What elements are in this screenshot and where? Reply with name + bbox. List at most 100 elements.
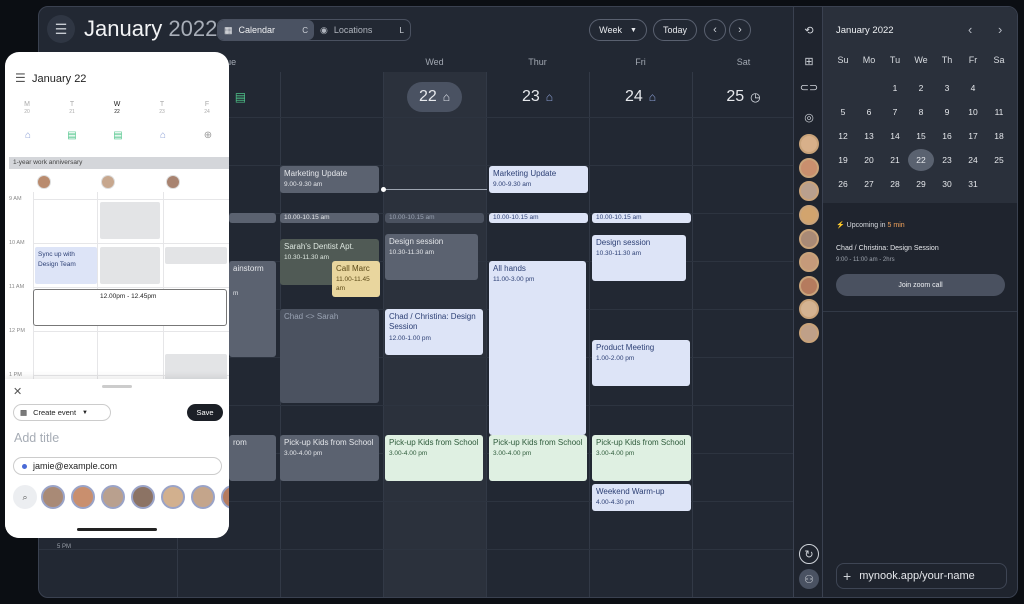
menu-icon[interactable]: ☰ (47, 15, 75, 43)
event-standup-thu[interactable]: 10.00-10.15 am (489, 213, 588, 223)
mini-cal-day[interactable]: 22 (908, 149, 934, 171)
mini-cal-day[interactable]: 26 (830, 173, 856, 195)
mini-cal-day[interactable]: 11 (986, 101, 1012, 123)
phone-day-24[interactable]: F 24 (193, 101, 221, 115)
event-standup-tue[interactable]: 10.00-10.15 am (280, 213, 379, 223)
mini-cal-day[interactable]: 8 (908, 101, 934, 123)
event-pickup-fri[interactable]: Pick-up Kids from School 3.00-4.00 pm (592, 435, 691, 481)
event-pickup-wed[interactable]: Pick-up Kids from School 3.00-4.00 pm (385, 435, 483, 481)
avatar[interactable] (41, 485, 65, 509)
anniversary-banner[interactable]: 1-year work anniversary (9, 157, 229, 169)
event-all-hands[interactable]: All hands 11.00-3.00 pm (489, 261, 586, 435)
day-header-25[interactable]: 25 ◷ (692, 77, 795, 117)
event-pickup-tue[interactable]: Pick-up Kids from School 3.00-4.00 pm (280, 435, 379, 481)
avatar[interactable] (799, 252, 819, 272)
avatar[interactable] (131, 485, 155, 509)
mini-cal-day[interactable]: 7 (882, 101, 908, 123)
avatar[interactable] (101, 485, 125, 509)
event-marketing-tue[interactable]: Marketing Update 9.00-9.30 am (280, 166, 379, 193)
event-standup-fri[interactable]: 10.00-10.15 am (592, 213, 691, 223)
event-pickup-mon[interactable]: rom (229, 435, 276, 481)
activity-icon[interactable]: ⟲ (801, 22, 817, 38)
event-standup-wed[interactable]: 10.00-10.15 am (385, 213, 484, 223)
event-chad-christina[interactable]: Chad / Christina: Design Session 12.00-1.… (385, 309, 483, 355)
guest-email-field[interactable]: jamie@example.com (13, 457, 222, 475)
event-design-wed[interactable]: Design session 10.30-11.30 am (385, 234, 478, 280)
event-design-fri[interactable]: Design session 10.30-11.30 am (592, 235, 686, 281)
avatar[interactable] (799, 299, 819, 319)
mini-cal-day[interactable]: 14 (882, 125, 908, 147)
search-icon[interactable]: ⌕ (13, 485, 37, 509)
user-icon[interactable]: ◎ (801, 109, 817, 125)
mini-cal-day[interactable]: 12 (830, 125, 856, 147)
tab-calendar[interactable]: ▦ Calendar C (218, 20, 314, 40)
event-sync-up[interactable]: Sync up with Design Team (35, 247, 97, 284)
event-pickup-thu[interactable]: Pick-up Kids from School 3.00-4.00 pm (489, 435, 587, 481)
avatar[interactable] (799, 276, 819, 296)
mini-cal-day[interactable]: 9 (934, 101, 960, 123)
mini-cal-day[interactable]: 25 (986, 149, 1012, 171)
team-icon[interactable]: ⚇ (799, 569, 819, 589)
mini-cal-day[interactable]: 15 (908, 125, 934, 147)
mini-cal-day[interactable]: 10 (960, 101, 986, 123)
mini-cal-day[interactable]: 19 (830, 149, 856, 171)
event-standup-mon[interactable] (229, 213, 276, 223)
mini-cal-day[interactable]: 24 (960, 149, 986, 171)
mini-cal-day[interactable]: 28 (882, 173, 908, 195)
avatar[interactable] (799, 323, 819, 343)
phone-day-21[interactable]: T 21 (58, 101, 86, 115)
avatar[interactable] (71, 485, 95, 509)
event-weekend-warmup[interactable]: Weekend Warm-up 4.00-4.30 pm (592, 484, 691, 511)
avatar[interactable] (221, 485, 229, 509)
booking-link[interactable]: + mynook.app/your-name (836, 563, 1007, 589)
mini-cal-day[interactable]: 16 (934, 125, 960, 147)
avatar[interactable] (191, 485, 215, 509)
day-header-23[interactable]: 23 ⌂ (486, 77, 589, 117)
day-header-24[interactable]: 24 ⌂ (589, 77, 692, 117)
refresh-icon[interactable]: ↻ (799, 544, 819, 564)
mini-cal-day[interactable]: 31 (960, 173, 986, 195)
next-week-icon[interactable]: › (729, 19, 751, 41)
save-button[interactable]: Save (187, 404, 223, 421)
mini-cal-day[interactable]: 13 (856, 125, 882, 147)
event-call-marc[interactable]: Call Marc 11.00-11.45 am (332, 261, 380, 297)
create-event-select[interactable]: ▦ Create event ▼ (13, 404, 111, 421)
join-zoom-button[interactable]: Join zoom call (836, 274, 1005, 296)
avatar[interactable] (799, 205, 819, 225)
avatar[interactable] (799, 158, 819, 178)
mini-cal-day[interactable]: 17 (960, 125, 986, 147)
avatar[interactable] (799, 181, 819, 201)
avatar[interactable] (161, 485, 185, 509)
mini-cal-day[interactable]: 3 (934, 77, 960, 99)
title-input[interactable]: Add title (14, 431, 59, 445)
phone-day-23[interactable]: T 23 (148, 101, 176, 115)
avatar[interactable] (799, 134, 819, 154)
avatar[interactable] (799, 229, 819, 249)
mini-cal-day[interactable]: 30 (934, 173, 960, 195)
phone-menu-icon[interactable]: ☰ (15, 71, 26, 85)
mini-cal-day[interactable]: 29 (908, 173, 934, 195)
mini-cal-day[interactable]: 4 (960, 77, 986, 99)
mini-cal-day[interactable]: 23 (934, 149, 960, 171)
sheet-grabber[interactable] (102, 385, 132, 388)
link-icon[interactable]: ⊂⊃ (800, 79, 818, 95)
mini-cal-day[interactable]: 5 (830, 101, 856, 123)
busy-block[interactable] (100, 202, 160, 239)
mini-cal-day[interactable]: 1 (882, 77, 908, 99)
event-brainstorm[interactable]: ainstorm m (229, 261, 276, 357)
view-select[interactable]: Week ▼ (589, 19, 647, 41)
close-icon[interactable]: ✕ (13, 385, 22, 398)
mini-cal-day[interactable]: 18 (986, 125, 1012, 147)
mini-cal-day[interactable]: 27 (856, 173, 882, 195)
today-button[interactable]: Today (653, 19, 697, 41)
new-event-selection[interactable]: 12.00pm - 12.45pm (33, 289, 227, 326)
phone-day-22[interactable]: W 22 (102, 96, 131, 124)
busy-block[interactable] (165, 247, 227, 264)
mini-cal-day[interactable]: 21 (882, 149, 908, 171)
tab-locations[interactable]: ◉ Locations L (314, 20, 410, 40)
day-header-22[interactable]: 22 ⌂ (383, 77, 486, 117)
add-calendar-icon[interactable]: ⊞ (801, 53, 817, 69)
busy-block[interactable] (100, 247, 160, 284)
mini-cal-day[interactable]: 2 (908, 77, 934, 99)
mini-cal-day[interactable]: 6 (856, 101, 882, 123)
